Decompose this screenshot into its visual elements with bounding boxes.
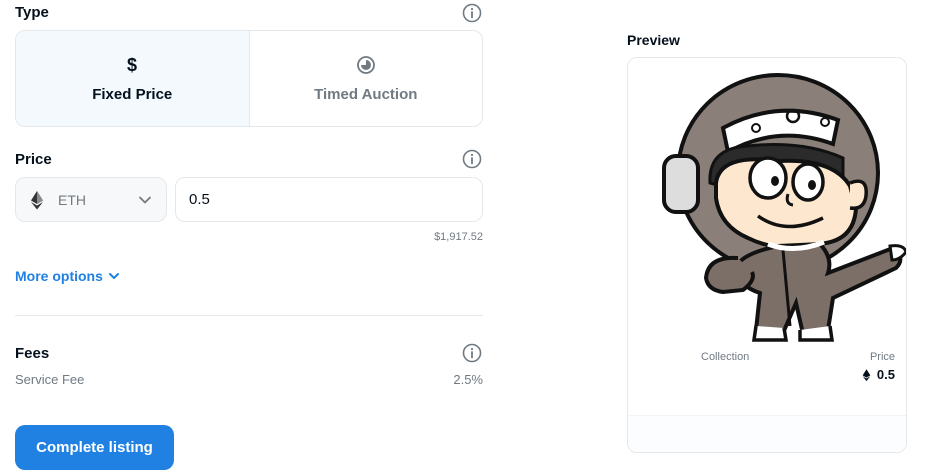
fixed-price-label: Fixed Price <box>92 86 173 103</box>
card-footer <box>628 415 906 452</box>
currency-select[interactable]: ETH <box>15 177 167 222</box>
chevron-down-icon <box>108 273 119 279</box>
price-input[interactable] <box>175 177 483 222</box>
dollar-icon: $ <box>121 54 143 76</box>
svg-text:$: $ <box>127 55 137 75</box>
info-icon[interactable] <box>462 149 482 169</box>
price-title: Price <box>15 151 52 168</box>
usd-value: $1,917.52 <box>434 231 483 243</box>
type-title: Type <box>15 4 49 21</box>
preview-title: Preview <box>627 32 680 48</box>
fees-title: Fees <box>15 345 50 362</box>
card-price-value: 0.5 <box>876 367 895 382</box>
ethereum-icon <box>862 368 871 381</box>
more-options-label: More options <box>15 268 103 284</box>
listing-type-selector: $ Fixed Price Timed Auction <box>15 30 483 127</box>
info-icon[interactable] <box>462 343 482 363</box>
ethereum-icon <box>31 190 43 209</box>
complete-listing-button[interactable]: Complete listing <box>15 425 174 470</box>
price-label: Price <box>869 351 895 363</box>
collection-label: Collection <box>701 351 750 363</box>
divider <box>15 315 483 316</box>
service-fee-label: Service Fee <box>15 372 85 387</box>
currency-label: ETH <box>58 191 86 208</box>
info-icon[interactable] <box>462 3 482 23</box>
card-price: 0.5 <box>862 367 895 382</box>
timed-auction-option[interactable]: Timed Auction <box>250 31 483 126</box>
preview-card[interactable]: Collection Price 0.5 <box>627 57 907 453</box>
fixed-price-option[interactable]: $ Fixed Price <box>16 31 250 126</box>
chevron-down-icon <box>139 196 151 204</box>
astronaut-illustration <box>662 73 906 342</box>
timer-icon <box>355 54 377 76</box>
timed-auction-label: Timed Auction <box>314 86 418 103</box>
service-fee-value: 2.5% <box>453 372 483 387</box>
more-options-toggle[interactable]: More options <box>15 268 120 284</box>
